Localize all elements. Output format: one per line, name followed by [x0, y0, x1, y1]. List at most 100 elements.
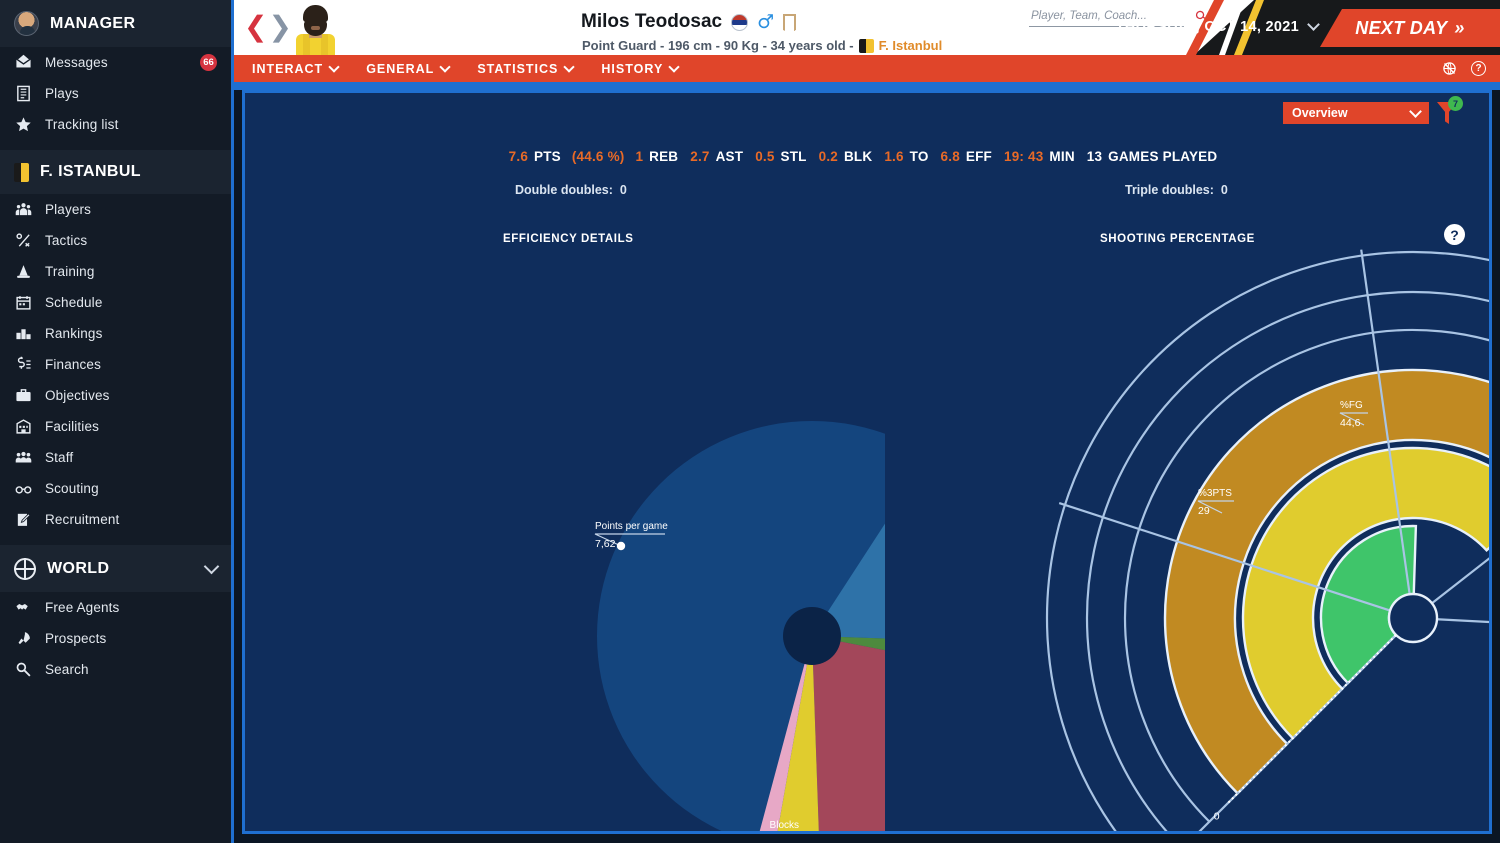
sidebar-item-messages[interactable]: Messages 66	[0, 47, 231, 78]
main-pane: ❮ ❯ Milos Teodosac ♂ Point Guard - 196 c…	[234, 0, 1500, 843]
sidebar-item-label: Training	[45, 264, 94, 279]
avatar-icon	[14, 11, 39, 36]
money-icon	[14, 355, 33, 374]
globe-mute-icon[interactable]	[1442, 61, 1457, 76]
sidebar-item-plays[interactable]: Plays	[0, 78, 231, 109]
fg-label: %FG	[1340, 400, 1363, 411]
sidebar-item-label: Schedule	[45, 295, 103, 310]
chevron-down-icon[interactable]	[1307, 18, 1320, 31]
calendar-icon	[14, 293, 33, 312]
help-icon[interactable]: ?	[1471, 61, 1486, 76]
chevron-down-icon	[669, 61, 680, 72]
sidebar-item-finances[interactable]: Finances	[0, 349, 231, 380]
team-badge-icon	[14, 163, 29, 182]
sidebar-item-recruitment[interactable]: Recruitment	[0, 504, 231, 535]
content-frame: Overview 7 7.6 PTS(44.6 %)1 REB2.7 AST0.…	[242, 90, 1492, 834]
sidebar-header-team[interactable]: F. ISTANBUL	[0, 150, 231, 194]
p3-label: %3PTS	[1198, 488, 1232, 499]
sidebar-manager-label: MANAGER	[50, 15, 135, 33]
svg-text:7,62: 7,62	[595, 538, 616, 550]
team-badge-icon	[859, 39, 874, 53]
sidebar-item-free-agents[interactable]: Free Agents	[0, 592, 231, 623]
messages-badge: 66	[200, 54, 217, 71]
sidebar-item-prospects[interactable]: Prospects	[0, 623, 231, 654]
sidebar-item-label: Messages	[45, 55, 108, 70]
pie-hub	[783, 607, 841, 665]
tab-label: GENERAL	[366, 62, 434, 76]
sidebar-item-label: Tracking list	[45, 117, 118, 132]
next-day-label: NEXT DAY	[1355, 18, 1447, 39]
sidebar-header-manager[interactable]: MANAGER	[0, 0, 231, 47]
mail-icon	[14, 53, 33, 72]
sidebar-item-facilities[interactable]: Facilities	[0, 411, 231, 442]
date-selector[interactable]: THURSDAY, OCT 14, 2021	[1116, 19, 1318, 35]
building-icon	[14, 417, 33, 436]
sidebar-item-label: Rankings	[45, 326, 102, 341]
sidebar-item-players[interactable]: Players	[0, 194, 231, 225]
stats-panel: Overview 7 7.6 PTS(44.6 %)1 REB2.7 AST0.…	[245, 93, 1489, 831]
radial-hub	[1389, 594, 1437, 642]
sidebar-item-label: Finances	[45, 357, 101, 372]
radial-spoke	[1437, 619, 1489, 637]
current-date: THURSDAY, OCT 14, 2021	[1116, 19, 1299, 35]
chevron-right-icon[interactable]: ❯	[268, 14, 291, 40]
sidebar: MANAGER Messages 66 Plays Tracking list …	[0, 0, 234, 843]
chevron-down-icon[interactable]	[204, 559, 220, 575]
efficiency-pie-chart: Points per game7,62Defensive rebounds0,8…	[245, 93, 885, 831]
handshake-icon	[14, 598, 33, 617]
podium-icon	[14, 324, 33, 343]
chevron-left-icon[interactable]: ❮	[244, 14, 267, 40]
radial-axis-min: 0	[1214, 810, 1220, 822]
sidebar-item-tactics[interactable]: Tactics	[0, 225, 231, 256]
sidebar-item-objectives[interactable]: Objectives	[0, 380, 231, 411]
sidebar-header-world[interactable]: WORLD	[0, 545, 231, 592]
sidebar-item-rankings[interactable]: Rankings	[0, 318, 231, 349]
tab-statistics[interactable]: STATISTICS	[477, 62, 573, 76]
pie-slice-assists	[812, 636, 885, 831]
sidebar-item-search[interactable]: Search	[0, 654, 231, 685]
sidebar-item-label: Tactics	[45, 233, 87, 248]
player-subtitle: Point Guard - 196 cm - 90 Kg - 34 years …	[582, 38, 942, 53]
svg-text:Points per game: Points per game	[595, 521, 668, 532]
sidebar-item-label: Players	[45, 202, 91, 217]
sidebar-item-scouting[interactable]: Scouting	[0, 473, 231, 504]
sidebar-item-label: Scouting	[45, 481, 99, 496]
sidebar-divider-2	[0, 535, 231, 545]
sidebar-item-staff[interactable]: Staff	[0, 442, 231, 473]
chevron-down-icon	[329, 61, 340, 72]
tactics-icon	[14, 231, 33, 250]
svg-text:Blocks: Blocks	[770, 820, 799, 831]
section-navbar: INTERACT GENERAL STATISTICS HISTORY ?	[234, 55, 1500, 82]
clipboard-icon	[14, 510, 33, 529]
sidebar-item-label: Prospects	[45, 631, 106, 646]
radial-outer-ring	[1165, 370, 1489, 793]
sidebar-item-training[interactable]: Training	[0, 256, 231, 287]
next-day-button[interactable]: NEXT DAY »	[1320, 9, 1500, 47]
tab-interact[interactable]: INTERACT	[252, 62, 338, 76]
playbook-icon	[14, 84, 33, 103]
team-link[interactable]: F. Istanbul	[879, 38, 943, 53]
magnifier-icon	[14, 660, 33, 679]
player-subtitle-text: Point Guard - 196 cm - 90 Kg - 34 years …	[582, 38, 854, 53]
sidebar-item-schedule[interactable]: Schedule	[0, 287, 231, 318]
cone-icon	[14, 262, 33, 281]
sidebar-team-label: F. ISTANBUL	[40, 163, 141, 181]
player-portrait	[292, 3, 340, 55]
sidebar-item-tracking-list[interactable]: Tracking list	[0, 109, 231, 140]
sidebar-item-label: Staff	[45, 450, 73, 465]
sidebar-divider-1	[0, 140, 231, 150]
sidebar-item-label: Objectives	[45, 388, 110, 403]
page-title: Milos Teodosac	[581, 11, 722, 33]
star-icon	[14, 115, 33, 134]
header-nav-arrows: ❮ ❯	[244, 14, 292, 40]
sidebar-item-label: Search	[45, 662, 89, 677]
p3-value: 29	[1198, 505, 1210, 517]
accent-strip	[234, 82, 1500, 90]
tab-general[interactable]: GENERAL	[366, 62, 449, 76]
bookmark-icon[interactable]	[783, 14, 796, 31]
male-icon: ♂	[757, 13, 774, 31]
people-icon	[14, 200, 33, 219]
tab-history[interactable]: HISTORY	[601, 62, 678, 76]
rocket-icon	[14, 629, 33, 648]
chevron-down-icon	[440, 61, 451, 72]
